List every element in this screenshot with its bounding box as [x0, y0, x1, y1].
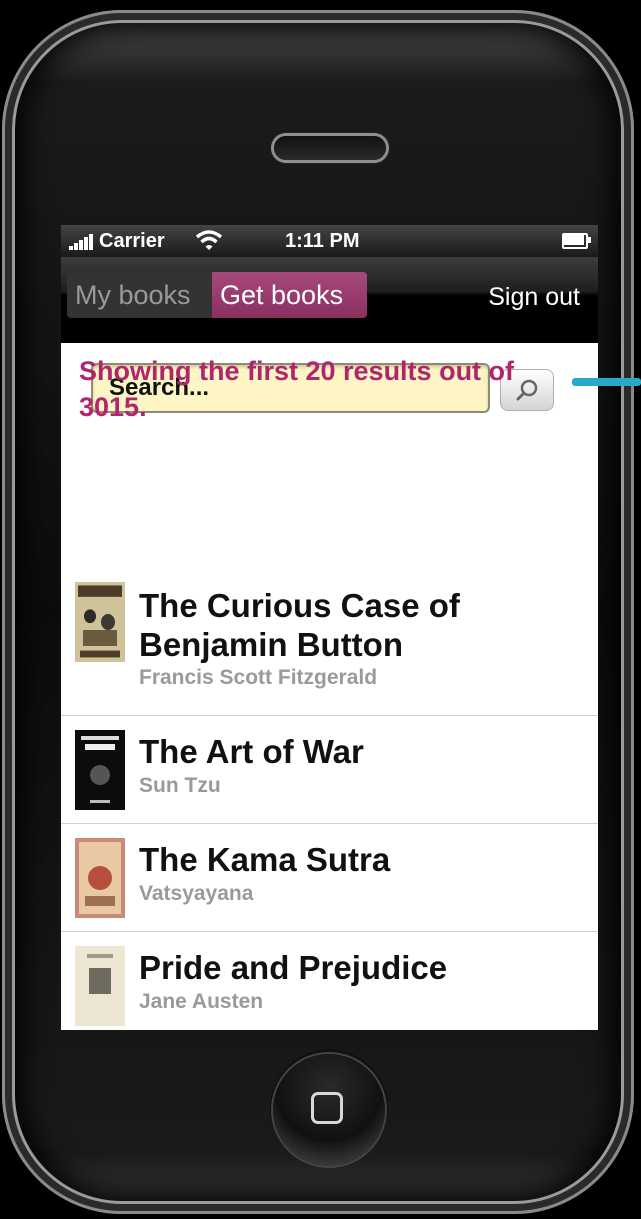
- book-title: Pride and Prejudice: [139, 949, 448, 986]
- sign-out-button[interactable]: Sign out: [488, 283, 580, 312]
- tab-my-books[interactable]: My books: [67, 272, 212, 318]
- wifi-icon: [195, 230, 223, 250]
- nav-bar: My books Get books Sign out: [61, 257, 598, 343]
- book-title: The Art of War: [139, 733, 364, 770]
- book-cover-image: [75, 582, 125, 662]
- list-item[interactable]: Pride and Prejudice Jane Austen: [61, 932, 598, 1030]
- list-item[interactable]: The Art of War Sun Tzu: [61, 716, 598, 824]
- status-time: 1:11 PM: [285, 230, 360, 252]
- home-square-icon: [311, 1092, 343, 1124]
- book-cover-image: [75, 730, 125, 810]
- book-cover-image: [75, 838, 125, 918]
- book-author: Francis Scott Fitzgerald: [139, 666, 378, 689]
- signal-icon: [69, 234, 95, 250]
- book-author: Vatsyayana: [139, 882, 254, 905]
- book-author: Jane Austen: [139, 990, 264, 1013]
- screen: Carrier 1:11 PM My books Get books Sign …: [61, 225, 598, 1030]
- carrier-label: Carrier: [99, 230, 165, 252]
- annotation-pointer: [572, 378, 641, 386]
- book-author: Sun Tzu: [139, 774, 221, 797]
- status-bar: Carrier 1:11 PM: [61, 225, 598, 257]
- speaker-grille: [274, 136, 386, 160]
- book-cover-image: [75, 946, 125, 1026]
- home-button[interactable]: [273, 1054, 385, 1166]
- book-title: The Curious Case of Benjamin Button: [139, 587, 460, 663]
- list-item[interactable]: The Curious Case of Benjamin Button Fran…: [61, 570, 598, 716]
- book-list: The Curious Case of Benjamin Button Fran…: [61, 570, 598, 1030]
- tab-get-books[interactable]: Get books: [212, 272, 367, 318]
- battery-icon: [562, 233, 591, 249]
- book-title: The Kama Sutra: [139, 841, 391, 878]
- list-item[interactable]: The Kama Sutra Vatsyayana: [61, 824, 598, 932]
- results-message: Showing the first 20 results out of 3015…: [79, 356, 515, 422]
